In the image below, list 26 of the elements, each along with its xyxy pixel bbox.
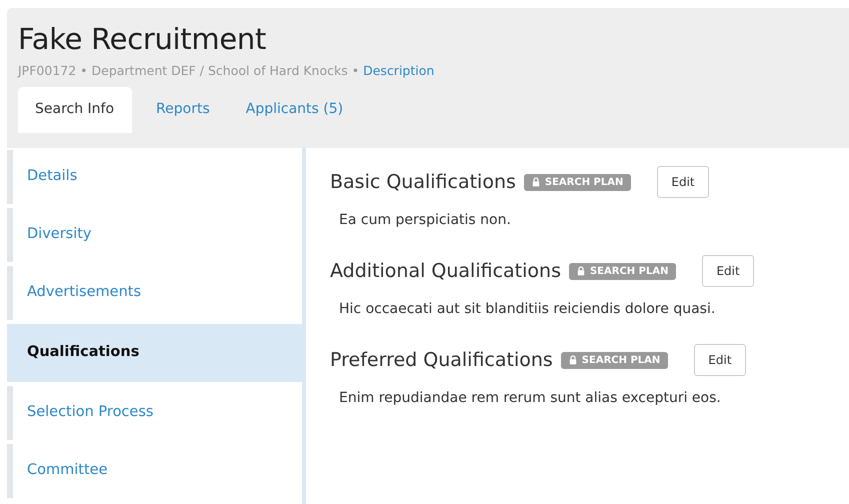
sidebar-item[interactable]: Selection Process xyxy=(7,386,302,440)
lock-icon xyxy=(568,355,577,365)
page-title: Fake Recruitment xyxy=(18,21,268,58)
section-text: Enim repudiandae rem rerum sunt alias excepturi eos. xyxy=(339,390,722,406)
lock-icon xyxy=(532,177,540,187)
lock-icon xyxy=(576,266,585,276)
section-text: Hic occaecati aut sit blanditiis reiciendis dolore quasi. xyxy=(339,301,716,317)
search-plan-badge: SEARCH PLAN xyxy=(560,352,668,368)
section-heading: Additional Qualifications xyxy=(330,259,561,284)
section-heading: Preferred Qualifications xyxy=(330,348,553,373)
tab[interactable]: Search Info xyxy=(18,87,132,133)
search-plan-badge: SEARCH PLAN xyxy=(524,174,632,190)
sidebar-item[interactable]: Committee xyxy=(7,444,302,498)
section-text: Ea cum perspiciatis non. xyxy=(339,212,512,228)
breadcrumb-text: JPF00172 • Department DEF / School of Hard Knocks • xyxy=(18,63,360,78)
edit-button[interactable]: Edit xyxy=(702,255,754,287)
search-plan-badge: SEARCH PLAN xyxy=(568,262,676,280)
edit-button[interactable]: Edit xyxy=(657,166,709,198)
sidebar-item[interactable]: Details xyxy=(7,150,302,204)
section-heading: Basic Qualifications xyxy=(330,170,516,195)
tab[interactable]: Reports xyxy=(138,87,228,133)
sidebar-item[interactable]: Qualifications xyxy=(7,324,302,382)
description-link[interactable]: Description xyxy=(363,63,434,78)
sidebar-item[interactable]: Diversity xyxy=(7,208,302,262)
tab[interactable]: Applicants (5) xyxy=(228,87,362,133)
edit-button[interactable]: Edit xyxy=(694,344,746,376)
